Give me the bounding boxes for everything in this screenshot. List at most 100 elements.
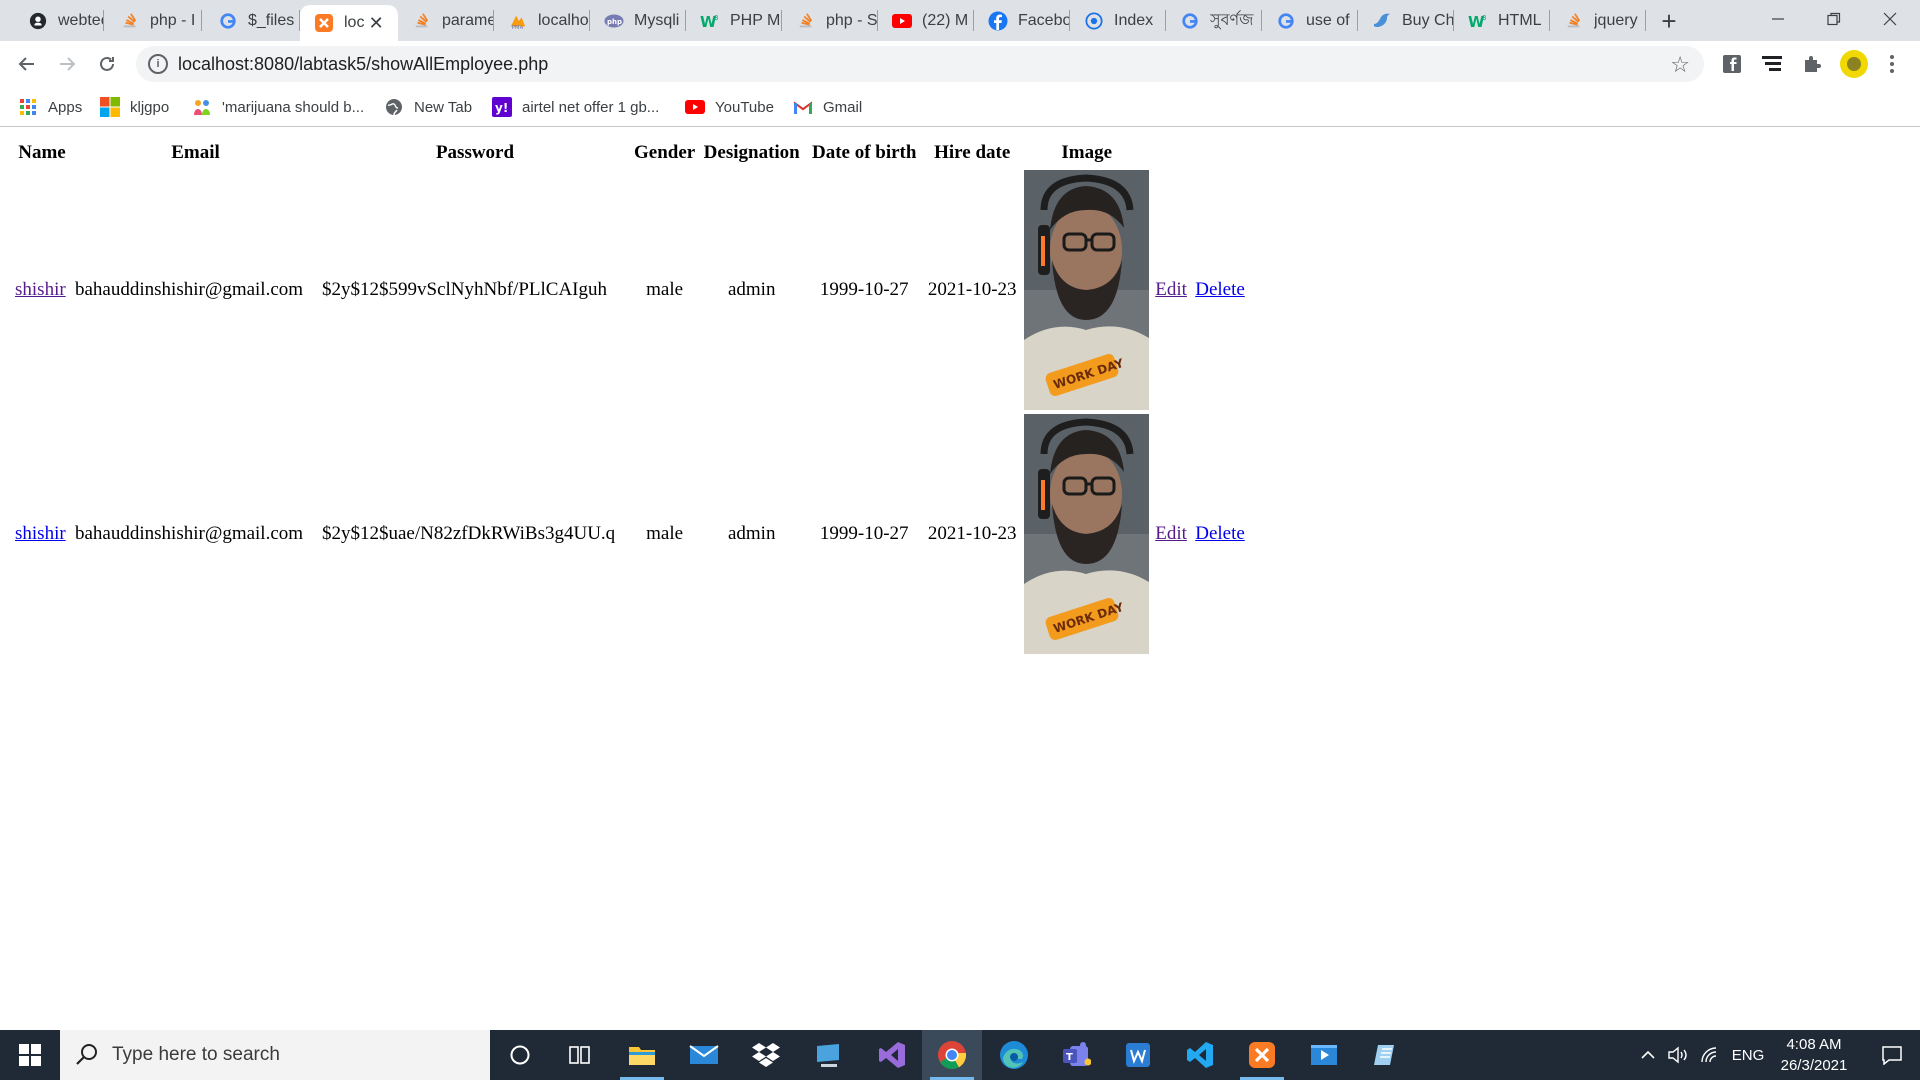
forward-arrow-icon[interactable]: [52, 49, 82, 79]
back-arrow-icon[interactable]: [12, 49, 42, 79]
bookmark-marijuana[interactable]: 'marijuana should b...: [192, 96, 364, 118]
column-header-dob: Date of birth: [811, 142, 917, 163]
windows-start-icon[interactable]: [0, 1030, 60, 1080]
tab-title: jquery: [1594, 11, 1638, 29]
volume-icon[interactable]: [1664, 1030, 1692, 1080]
tab-title: Facebo: [1018, 11, 1070, 29]
employee-name-link[interactable]: shishir: [15, 523, 66, 544]
cortana-icon[interactable]: [490, 1030, 550, 1080]
language-indicator[interactable]: ENG: [1728, 1030, 1768, 1080]
close-window-icon[interactable]: [1862, 0, 1918, 38]
new-tab-button[interactable]: +: [1654, 6, 1684, 36]
tab-title: use of: [1306, 11, 1350, 29]
extension-stack-icon[interactable]: [1760, 52, 1784, 76]
tab-php-i[interactable]: php - I: [106, 0, 202, 41]
profile-avatar[interactable]: [1838, 48, 1870, 80]
tab-youtube[interactable]: (22) M: [878, 0, 974, 41]
bookmark-apps[interactable]: Apps: [18, 96, 82, 118]
google-icon: [218, 11, 238, 31]
tab-localhost-pma[interactable]: PMA localho: [494, 0, 590, 41]
github-icon: [28, 11, 48, 31]
restore-icon[interactable]: [1806, 0, 1862, 38]
table-row: shishir bahauddinshishir@gmail.com $2y$1…: [14, 414, 1248, 654]
tab-localhost-active[interactable]: loc ✕: [300, 5, 398, 41]
bookmark-new-tab[interactable]: New Tab: [384, 96, 472, 118]
employee-email-cell: bahauddinshishir@gmail.com: [75, 279, 304, 300]
tab-html[interactable]: W3 HTML: [1454, 0, 1550, 41]
vscode-icon[interactable]: [1170, 1030, 1230, 1080]
notepad-icon[interactable]: [1356, 1030, 1416, 1080]
bookmark-star-icon[interactable]: ☆: [1670, 52, 1690, 78]
search-icon: [76, 1044, 97, 1065]
bookmark-gmail[interactable]: Gmail: [793, 96, 862, 118]
bookmark-label: New Tab: [414, 98, 473, 116]
teams-icon[interactable]: T: [1046, 1030, 1106, 1080]
file-explorer-icon[interactable]: [612, 1030, 672, 1080]
tab-php-m[interactable]: W3 PHP M: [686, 0, 782, 41]
delete-link[interactable]: Delete: [1195, 279, 1245, 300]
task-view-icon[interactable]: [550, 1030, 610, 1080]
tab-use-of[interactable]: use of: [1262, 0, 1358, 41]
bookmark-label: airtel net offer 1 gb...: [522, 98, 660, 116]
bookmark-kljgpo[interactable]: kljgpo: [100, 96, 169, 118]
youtube-icon: [685, 97, 705, 117]
tab-title: Mysqli: [634, 11, 680, 29]
edge-icon[interactable]: [984, 1030, 1044, 1080]
movie-player-icon[interactable]: [1294, 1030, 1354, 1080]
tab-files[interactable]: $_files: [204, 0, 300, 41]
gmail-icon: [793, 97, 813, 117]
visual-studio-icon[interactable]: [862, 1030, 922, 1080]
browser-toolbar: i localhost:8080/labtask5/showAllEmploye…: [0, 41, 1920, 87]
site-info-icon[interactable]: i: [148, 54, 168, 74]
address-bar[interactable]: i localhost:8080/labtask5/showAllEmploye…: [136, 46, 1704, 82]
mail-icon[interactable]: [674, 1030, 734, 1080]
tab-index[interactable]: Index: [1070, 0, 1166, 41]
tab-php-s[interactable]: php - S: [782, 0, 878, 41]
svg-text:PMA: PMA: [512, 25, 524, 30]
tab-webtec[interactable]: webtec: [14, 0, 104, 41]
google-icon: [1276, 11, 1296, 31]
delete-link[interactable]: Delete: [1195, 523, 1245, 544]
edit-link[interactable]: Edit: [1155, 279, 1187, 300]
taskbar-search-box[interactable]: Type here to search: [60, 1030, 490, 1080]
reload-icon[interactable]: [92, 49, 122, 79]
word-icon[interactable]: [1108, 1030, 1168, 1080]
edit-link[interactable]: Edit: [1155, 523, 1187, 544]
globe-icon: [1084, 11, 1104, 31]
wifi-icon[interactable]: [1696, 1030, 1724, 1080]
employee-photo: WORK DAY: [1024, 414, 1150, 654]
tab-title: $_files: [248, 11, 295, 29]
xampp-icon[interactable]: [1232, 1030, 1292, 1080]
tab-buy-ch[interactable]: Buy Ch: [1358, 0, 1454, 41]
extensions-puzzle-icon[interactable]: [1800, 52, 1824, 76]
employee-hire-date-cell: 2021-10-23: [927, 523, 1017, 544]
tab-parame[interactable]: parame: [398, 0, 494, 41]
bookmark-airtel[interactable]: y! airtel net offer 1 gb...: [492, 96, 659, 118]
extension-f-icon[interactable]: [1720, 52, 1744, 76]
show-hidden-icons-chevron-icon[interactable]: [1636, 1030, 1660, 1080]
employee-delete-cell: Delete: [1194, 414, 1248, 654]
close-tab-icon[interactable]: ✕: [364, 11, 388, 35]
tab-title: HTML: [1498, 11, 1542, 29]
tab-title: php - I: [150, 11, 196, 29]
notifications-icon[interactable]: [1864, 1030, 1920, 1080]
tab-mysqli[interactable]: php Mysqli: [590, 0, 686, 41]
bookmark-label: 'marijuana should b...: [222, 98, 365, 116]
table-row: shishir bahauddinshishir@gmail.com $2y$1…: [14, 170, 1248, 410]
minimize-icon[interactable]: [1750, 0, 1806, 38]
chrome-icon[interactable]: [922, 1030, 982, 1080]
column-header-designation: Designation: [703, 142, 800, 163]
remote-desktop-icon[interactable]: [798, 1030, 858, 1080]
chrome-menu-icon[interactable]: [1880, 52, 1904, 76]
employee-delete-cell: Delete: [1194, 170, 1248, 410]
employee-name-link[interactable]: shishir: [15, 279, 66, 300]
system-clock[interactable]: 4:08 AM 26/3/2021: [1764, 1034, 1864, 1076]
stackoverflow-icon: [120, 11, 140, 31]
tab-facebook[interactable]: Facebo: [974, 0, 1070, 41]
employee-photo: WORK DAY: [1024, 170, 1150, 410]
dropbox-icon[interactable]: [736, 1030, 796, 1080]
tab-bangla[interactable]: সুবর্ণজ: [1166, 0, 1262, 41]
tab-title: PHP M: [730, 11, 781, 29]
tab-jquery[interactable]: jquery: [1550, 0, 1646, 41]
bookmark-youtube[interactable]: YouTube: [685, 96, 774, 118]
